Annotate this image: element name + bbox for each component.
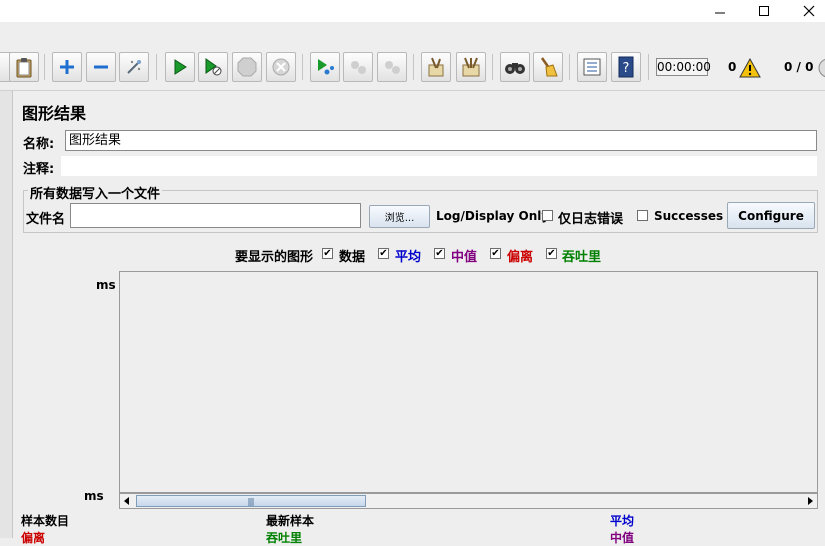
maximize-button[interactable] (741, 0, 787, 22)
graph-data-checkbox[interactable]: ✔ (322, 248, 333, 259)
broom-clear-icon (428, 57, 444, 77)
filename-label: 文件名 (26, 212, 66, 227)
paste-button[interactable] (9, 52, 39, 82)
toggle-button[interactable] (119, 52, 149, 82)
graph-throughput-checkbox[interactable]: ✔ (546, 248, 557, 259)
graph-deviation-checkbox[interactable]: ✔ (490, 248, 501, 259)
graph-data-label: 数据 (339, 250, 366, 265)
browse-button[interactable]: 浏览... (369, 205, 430, 228)
search-button[interactable] (500, 52, 530, 82)
remote-stop-button[interactable] (343, 52, 373, 82)
page-title: 图形结果 (22, 104, 87, 123)
status-indicator-icon (818, 58, 825, 78)
latest-sample-label: 最新样本 (266, 514, 315, 528)
stop-icon (237, 57, 257, 77)
close-button[interactable] (786, 0, 825, 22)
average-stat-label: 平均 (610, 514, 635, 528)
warning-count: 0 (728, 60, 737, 74)
stop-button[interactable] (232, 52, 262, 82)
reset-search-button[interactable] (533, 52, 563, 82)
remote-play-icon (318, 59, 334, 75)
remote-shutdown-button[interactable] (377, 52, 407, 82)
remote-stop-icon (351, 61, 366, 74)
minimize-button[interactable] (697, 0, 743, 22)
name-input[interactable]: 图形结果 (65, 130, 817, 151)
list-icon (583, 58, 601, 76)
expand-button[interactable] (52, 52, 82, 82)
maximize-icon (759, 6, 769, 16)
graph-canvas (119, 271, 818, 493)
horizontal-scrollbar[interactable] (119, 493, 818, 509)
graph-median-label: 中值 (451, 250, 478, 265)
log-display-label: Log/Display Only: (436, 209, 554, 223)
svg-text:?: ? (623, 61, 630, 76)
close-icon (803, 5, 815, 17)
clear-button[interactable] (421, 52, 451, 82)
successes-label: Successes (654, 209, 724, 223)
title-bar (0, 0, 825, 22)
shutdown-icon (272, 58, 290, 76)
remote-shutdown-icon (385, 61, 400, 74)
wand-icon (127, 60, 141, 74)
graph-average-checkbox[interactable]: ✔ (378, 248, 389, 259)
toolbar: ? 00:00:00 0 0 / 0 (0, 46, 825, 91)
scrollbar-thumb[interactable] (136, 495, 366, 507)
name-label: 名称: (23, 137, 55, 152)
help-button[interactable]: ? (611, 52, 641, 82)
tree-panel-edge (0, 91, 13, 538)
function-helper-button[interactable] (577, 52, 607, 82)
clipboard-icon (16, 58, 32, 78)
play-icon (174, 59, 187, 75)
broom-icon (540, 57, 558, 77)
y-axis-top-label: ms (96, 278, 116, 292)
binoculars-icon (505, 63, 525, 74)
comment-label: 注释: (23, 162, 55, 177)
comment-input[interactable] (61, 156, 817, 176)
samples-label: 样本数目 (21, 514, 70, 528)
errors-only-label: 仅日志错误 (558, 212, 624, 227)
help-icon: ? (618, 56, 634, 78)
start-no-pause-button[interactable] (198, 52, 228, 82)
remote-start-button[interactable] (310, 52, 340, 82)
file-section-title: 所有数据写入一个文件 (28, 183, 163, 202)
scroll-left-icon[interactable] (123, 497, 131, 505)
grip-icon (248, 498, 254, 506)
broom-clear-all-icon (462, 57, 480, 77)
graph-throughput-label: 吞吐里 (562, 250, 602, 265)
graphs-label: 要显示的图形 (235, 250, 314, 265)
play-no-timer-icon (205, 58, 222, 76)
elapsed-time: 00:00:00 (656, 58, 711, 76)
successes-checkbox[interactable] (637, 210, 648, 221)
minimize-icon (715, 12, 725, 14)
scroll-right-icon[interactable] (807, 497, 815, 505)
configure-button[interactable]: Configure (727, 202, 815, 229)
warning-icon[interactable] (739, 58, 761, 78)
y-axis-bottom-label: ms (84, 489, 104, 503)
errors-only-checkbox[interactable] (542, 210, 553, 221)
thread-count: 0 / 0 (784, 60, 814, 74)
clear-all-button[interactable] (456, 52, 486, 82)
minus-icon (94, 65, 108, 69)
graph-average-label: 平均 (395, 250, 422, 265)
graph-deviation-label: 偏离 (507, 250, 534, 265)
collapse-button[interactable] (86, 52, 116, 82)
plus-icon (60, 60, 74, 74)
start-button[interactable] (165, 52, 195, 82)
filename-input[interactable] (70, 203, 361, 228)
shutdown-button[interactable] (266, 52, 296, 82)
graph-median-checkbox[interactable]: ✔ (434, 248, 445, 259)
